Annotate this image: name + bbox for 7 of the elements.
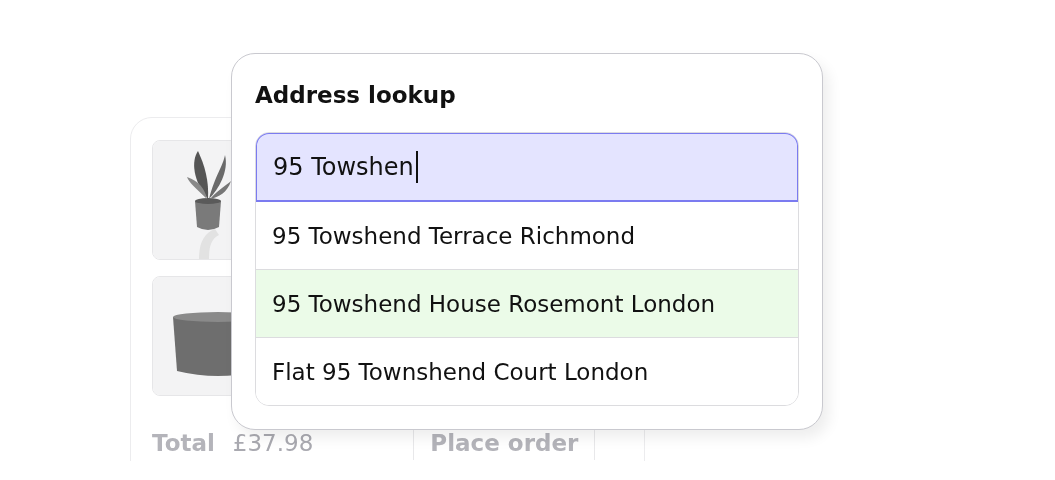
address-field[interactable]: 95 Towshen [256, 133, 798, 202]
total-value: £37.98 [232, 430, 314, 456]
total-label: Total [152, 430, 215, 456]
address-suggestion[interactable]: 95 Towshend House Rosemont London [256, 269, 798, 337]
dialog-title: Address lookup [255, 82, 457, 110]
address-suggestion[interactable]: Flat 95 Townshend Court London [256, 337, 798, 405]
text-cursor [415, 151, 418, 183]
